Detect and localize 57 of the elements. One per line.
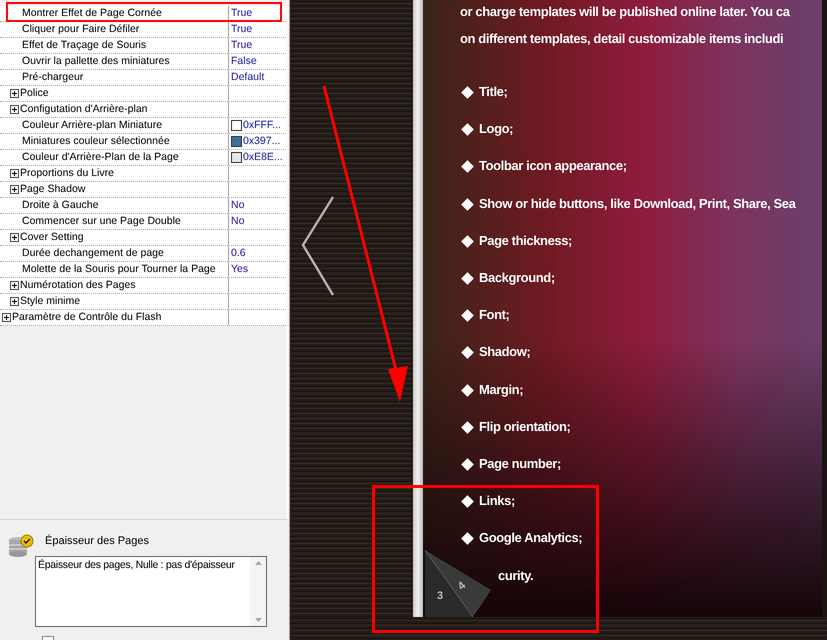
bullet-text: Logo;	[479, 121, 514, 138]
group-label[interactable]: Police	[20, 86, 49, 101]
bullet-text: Margin;	[479, 382, 524, 398]
property-value[interactable]: True	[231, 38, 252, 53]
property-value[interactable]: 0.6	[231, 246, 246, 261]
bullet-text: Title;	[479, 84, 508, 100]
bullet-text: Links;	[479, 493, 515, 510]
bullet-text: Font;	[479, 307, 510, 324]
property-label: Droite à Gauche	[22, 198, 98, 213]
bullet-text: Google Analytics;	[479, 530, 582, 546]
property-value[interactable]: 0x397...	[243, 134, 280, 149]
bullet-text: Show or hide buttons, like Download, Print, Share, Sea	[479, 196, 796, 212]
bullet-text: Flip orientation;	[479, 418, 570, 435]
property-label: Cliquer pour Faire Défiler	[22, 22, 140, 37]
property-value[interactable]: True	[231, 6, 252, 21]
bullet-text: Page thickness;	[479, 232, 572, 249]
bullet-text: Page number;	[479, 456, 561, 472]
property-label: Commencer sur une Page Double	[22, 214, 181, 229]
expand-icon[interactable]	[10, 281, 19, 290]
bullet-text: Toolbar icon appearance;	[479, 158, 627, 174]
expand-icon[interactable]	[10, 233, 19, 242]
property-label: Couleur d'Arrière-Plan de la Page	[22, 150, 179, 165]
page-text: or charge templates will be published online later. You ca	[460, 4, 790, 20]
expand-icon[interactable]	[2, 313, 11, 322]
bullet-text: Shadow;	[479, 344, 530, 360]
page-number: 4	[454, 578, 470, 595]
property-value[interactable]: Yes	[231, 262, 248, 277]
expand-icon[interactable]	[10, 185, 19, 194]
database-check-icon	[8, 534, 34, 560]
bullet-text: curity.	[498, 568, 534, 584]
property-label: Effet de Traçage de Souris	[22, 38, 146, 53]
property-value[interactable]: 0xFFF...	[243, 118, 281, 133]
chevron-left-icon[interactable]	[300, 195, 336, 297]
description-text: Épaisseur des pages, Nulle : pas d'épaisseur	[37, 558, 236, 573]
property-label: Ouvrir la pallette des miniatures	[22, 54, 170, 69]
property-label: Molette de la Souris pour Tourner la Page	[22, 262, 216, 277]
expand-icon[interactable]	[10, 169, 19, 178]
property-label: Durée dechangement de page	[22, 246, 164, 261]
property-value[interactable]: False	[231, 54, 257, 69]
property-value[interactable]: No	[231, 214, 244, 229]
page-text: on different templates, detail customizable items includi	[460, 31, 784, 47]
property-value[interactable]: No	[231, 198, 244, 213]
expand-icon[interactable]	[10, 105, 19, 114]
property-label: Montrer Effet de Page Cornée	[22, 6, 162, 21]
property-value[interactable]: True	[231, 22, 252, 37]
page-number: 3	[437, 589, 444, 604]
property-label: Miniatures couleur sélectionnée	[22, 134, 170, 149]
property-label: Couleur Arrière-plan Miniature	[22, 118, 162, 133]
expand-icon[interactable]	[10, 89, 19, 98]
group-label[interactable]: Style minime	[20, 294, 80, 309]
property-label: Pré-chargeur	[22, 70, 84, 85]
property-title: Épaisseur des Pages	[45, 534, 149, 549]
page-curl-drawing[interactable]: 3 4	[423, 550, 491, 617]
property-value[interactable]: Default	[231, 70, 264, 85]
expand-icon[interactable]	[10, 297, 19, 306]
property-value[interactable]: 0xE8E...	[243, 150, 283, 165]
bullet-text: Background;	[479, 270, 555, 286]
